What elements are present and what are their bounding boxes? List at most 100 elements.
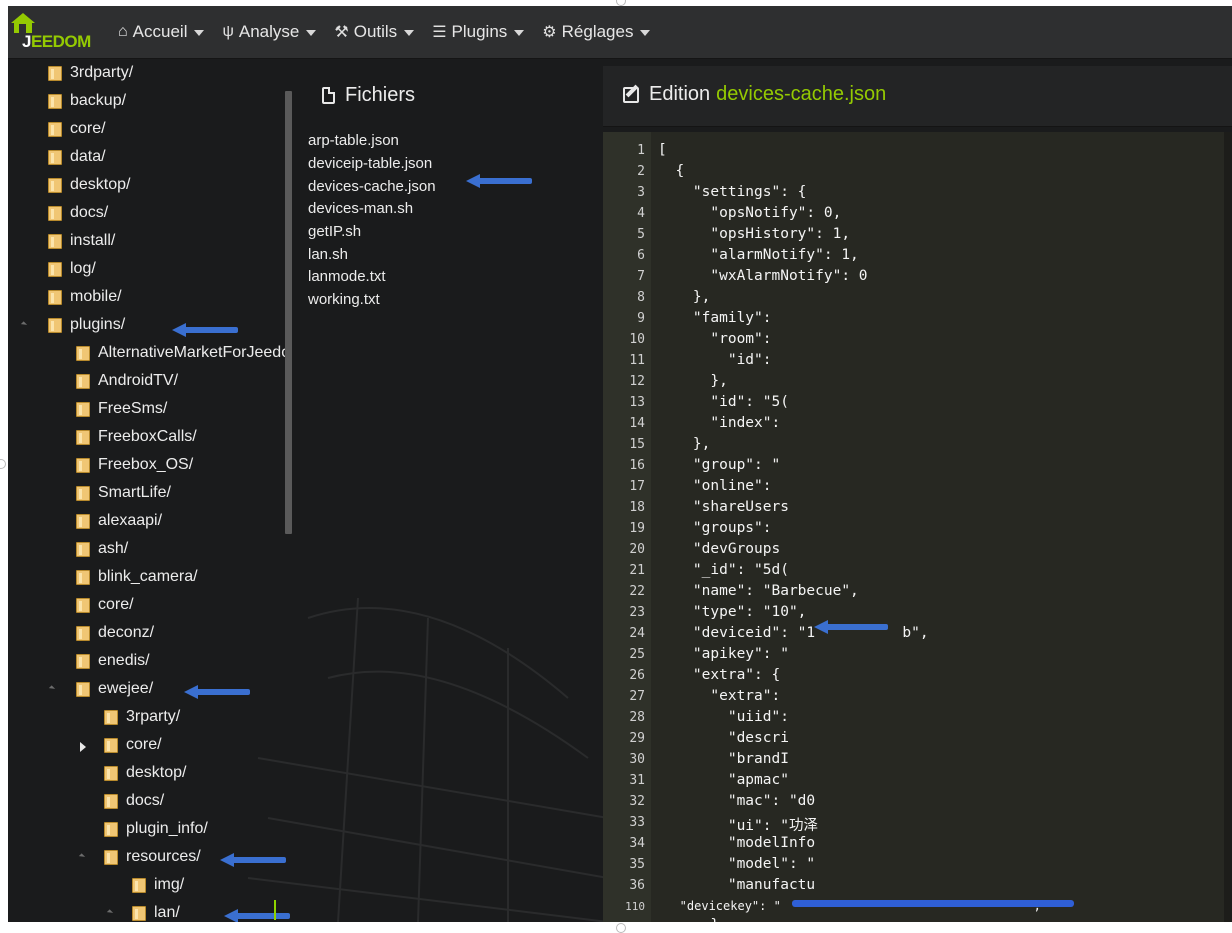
menu-analyse[interactable]: ψ Analyse (222, 6, 317, 58)
navbar: JEEDOM ⌂ Accueil ψ Analyse ⚒ Outils ☰ Pl… (8, 6, 1232, 59)
folder-tree: 3rdparty/ backup/ core/ data/ desktop/ d… (8, 58, 288, 922)
tree-item-label: install/ (70, 232, 116, 249)
tree-item[interactable]: deconz/ (76, 620, 154, 646)
caret-down-icon (306, 30, 317, 36)
tree-item[interactable]: core/ (104, 732, 162, 758)
tree-item[interactable]: desktop/ (48, 172, 130, 198)
tree-item[interactable]: blink_camera/ (76, 564, 198, 590)
code-line: "manufactu (658, 877, 816, 893)
tree-item-label: enedis/ (98, 652, 150, 669)
tree-item-label: docs/ (70, 204, 109, 221)
tree-item-lan[interactable]: lan/ (132, 900, 180, 922)
tree-item[interactable]: alexaapi/ (76, 508, 162, 534)
files-title: Fichiers (322, 84, 415, 107)
tree-item[interactable]: img/ (132, 872, 184, 898)
tree-item[interactable]: SmartLife/ (76, 480, 171, 506)
code-scrollbar[interactable] (1224, 132, 1232, 922)
line-number: 16 (629, 458, 645, 473)
menu-plugins[interactable]: ☰ Plugins (432, 6, 525, 58)
expanded-toggle-icon[interactable] (20, 321, 28, 328)
tree-item[interactable]: 3rdparty/ (48, 60, 133, 86)
tree-item-label: blink_camera/ (98, 568, 198, 585)
file-item[interactable]: devices-man.sh (308, 200, 413, 217)
tree-item[interactable]: core/ (76, 592, 134, 618)
folder-icon (48, 177, 62, 193)
tree-item[interactable]: AndroidTV/ (76, 368, 178, 394)
crop-handle[interactable] (0, 459, 6, 469)
tree-item[interactable]: log/ (48, 256, 96, 282)
tree-item[interactable]: enedis/ (76, 648, 150, 674)
line-number: 33 (629, 815, 645, 830)
tree-item[interactable]: plugin_info/ (104, 816, 208, 842)
edit-filename: devices-cache.json (716, 83, 887, 105)
expanded-toggle-icon[interactable] (78, 853, 86, 860)
tree-item-ewejee[interactable]: ewejee/ (76, 676, 153, 702)
folder-icon (76, 569, 90, 585)
tree-item-plugins[interactable]: plugins/ (48, 312, 125, 338)
line-number: 6 (637, 248, 645, 263)
menu-outils[interactable]: ⚒ Outils (334, 6, 415, 58)
code-line: "extra": (658, 688, 781, 704)
tree-item[interactable]: ash/ (76, 536, 128, 562)
code-line: "devGroups (658, 541, 781, 557)
tree-item[interactable]: backup/ (48, 88, 126, 114)
logo-text: JEEDOM (22, 32, 91, 51)
menu-reglages[interactable]: ⚙ Réglages (542, 6, 651, 58)
expanded-toggle-icon[interactable] (48, 685, 56, 692)
tree-item[interactable]: AlternativeMarketForJeedom/ (76, 340, 288, 366)
folder-icon (76, 625, 90, 641)
tree-item[interactable]: 3rparty/ (104, 704, 180, 730)
file-item-selected[interactable]: devices-cache.json (308, 178, 436, 195)
house-logo-icon (11, 13, 35, 33)
file-item[interactable]: working.txt (308, 291, 380, 308)
tree-item-label: FreeboxCalls/ (98, 428, 197, 445)
tree-item-label: FreeSms/ (98, 400, 168, 417)
folder-icon (48, 233, 62, 249)
jeedom-logo[interactable]: JEEDOM (10, 10, 100, 54)
tree-item-label: 3rparty/ (126, 708, 181, 725)
line-number: 32 (629, 794, 645, 809)
code-line: "ui": "功泽 (658, 818, 818, 834)
green-mark (274, 900, 276, 920)
collapsed-toggle-icon[interactable] (80, 742, 86, 752)
line-number: 13 (629, 395, 645, 410)
edit-title-prefix: Edition (649, 83, 711, 105)
code-line: "uiid": (658, 709, 789, 725)
file-item[interactable]: lanmode.txt (308, 268, 386, 285)
tree-item[interactable]: mobile/ (48, 284, 122, 310)
line-number: 19 (629, 521, 645, 536)
menu-plugins-label: Plugins (451, 22, 508, 41)
tree-item[interactable]: data/ (48, 144, 106, 170)
code-line: "online": (658, 478, 772, 494)
menu-outils-label: Outils (353, 22, 398, 41)
code-line: "apikey": " (658, 646, 789, 662)
tree-item[interactable]: docs/ (104, 788, 164, 814)
code-editor[interactable]: 1 2 3 4 5 6 7 8 9 10 11 12 13 14 15 16 17 18 19 20 21 22 23 24 2… (603, 132, 1232, 922)
tree-item[interactable]: docs/ (48, 200, 108, 226)
code-line: "brandI (658, 751, 789, 767)
line-number: 17 (629, 479, 645, 494)
tree-item[interactable]: FreeSms/ (76, 396, 167, 422)
tree-scrollbar[interactable] (285, 91, 292, 534)
tree-item[interactable]: FreeboxCalls/ (76, 424, 197, 450)
tree-item[interactable]: desktop/ (104, 760, 186, 786)
folder-open-icon (104, 849, 118, 865)
tree-item[interactable]: install/ (48, 228, 115, 254)
code-line: }, (658, 289, 711, 305)
tree-item[interactable]: core/ (48, 116, 106, 142)
line-number: 110 (625, 900, 645, 913)
code-line: { (658, 163, 685, 179)
tree-item-resources[interactable]: resources/ (104, 844, 201, 870)
crop-handle[interactable] (616, 923, 626, 933)
file-item[interactable]: lan.sh (308, 246, 348, 263)
line-number: 9 (637, 311, 645, 326)
folder-open-icon (76, 681, 90, 697)
tree-item[interactable]: Freebox_OS/ (76, 452, 193, 478)
menu-accueil[interactable]: ⌂ Accueil (118, 6, 205, 58)
file-item[interactable]: deviceip-table.json (308, 155, 432, 172)
folder-icon (132, 877, 146, 893)
expanded-toggle-icon[interactable] (106, 909, 114, 916)
line-number: 24 (629, 626, 645, 641)
file-item[interactable]: arp-table.json (308, 132, 399, 149)
file-item[interactable]: getIP.sh (308, 223, 361, 240)
